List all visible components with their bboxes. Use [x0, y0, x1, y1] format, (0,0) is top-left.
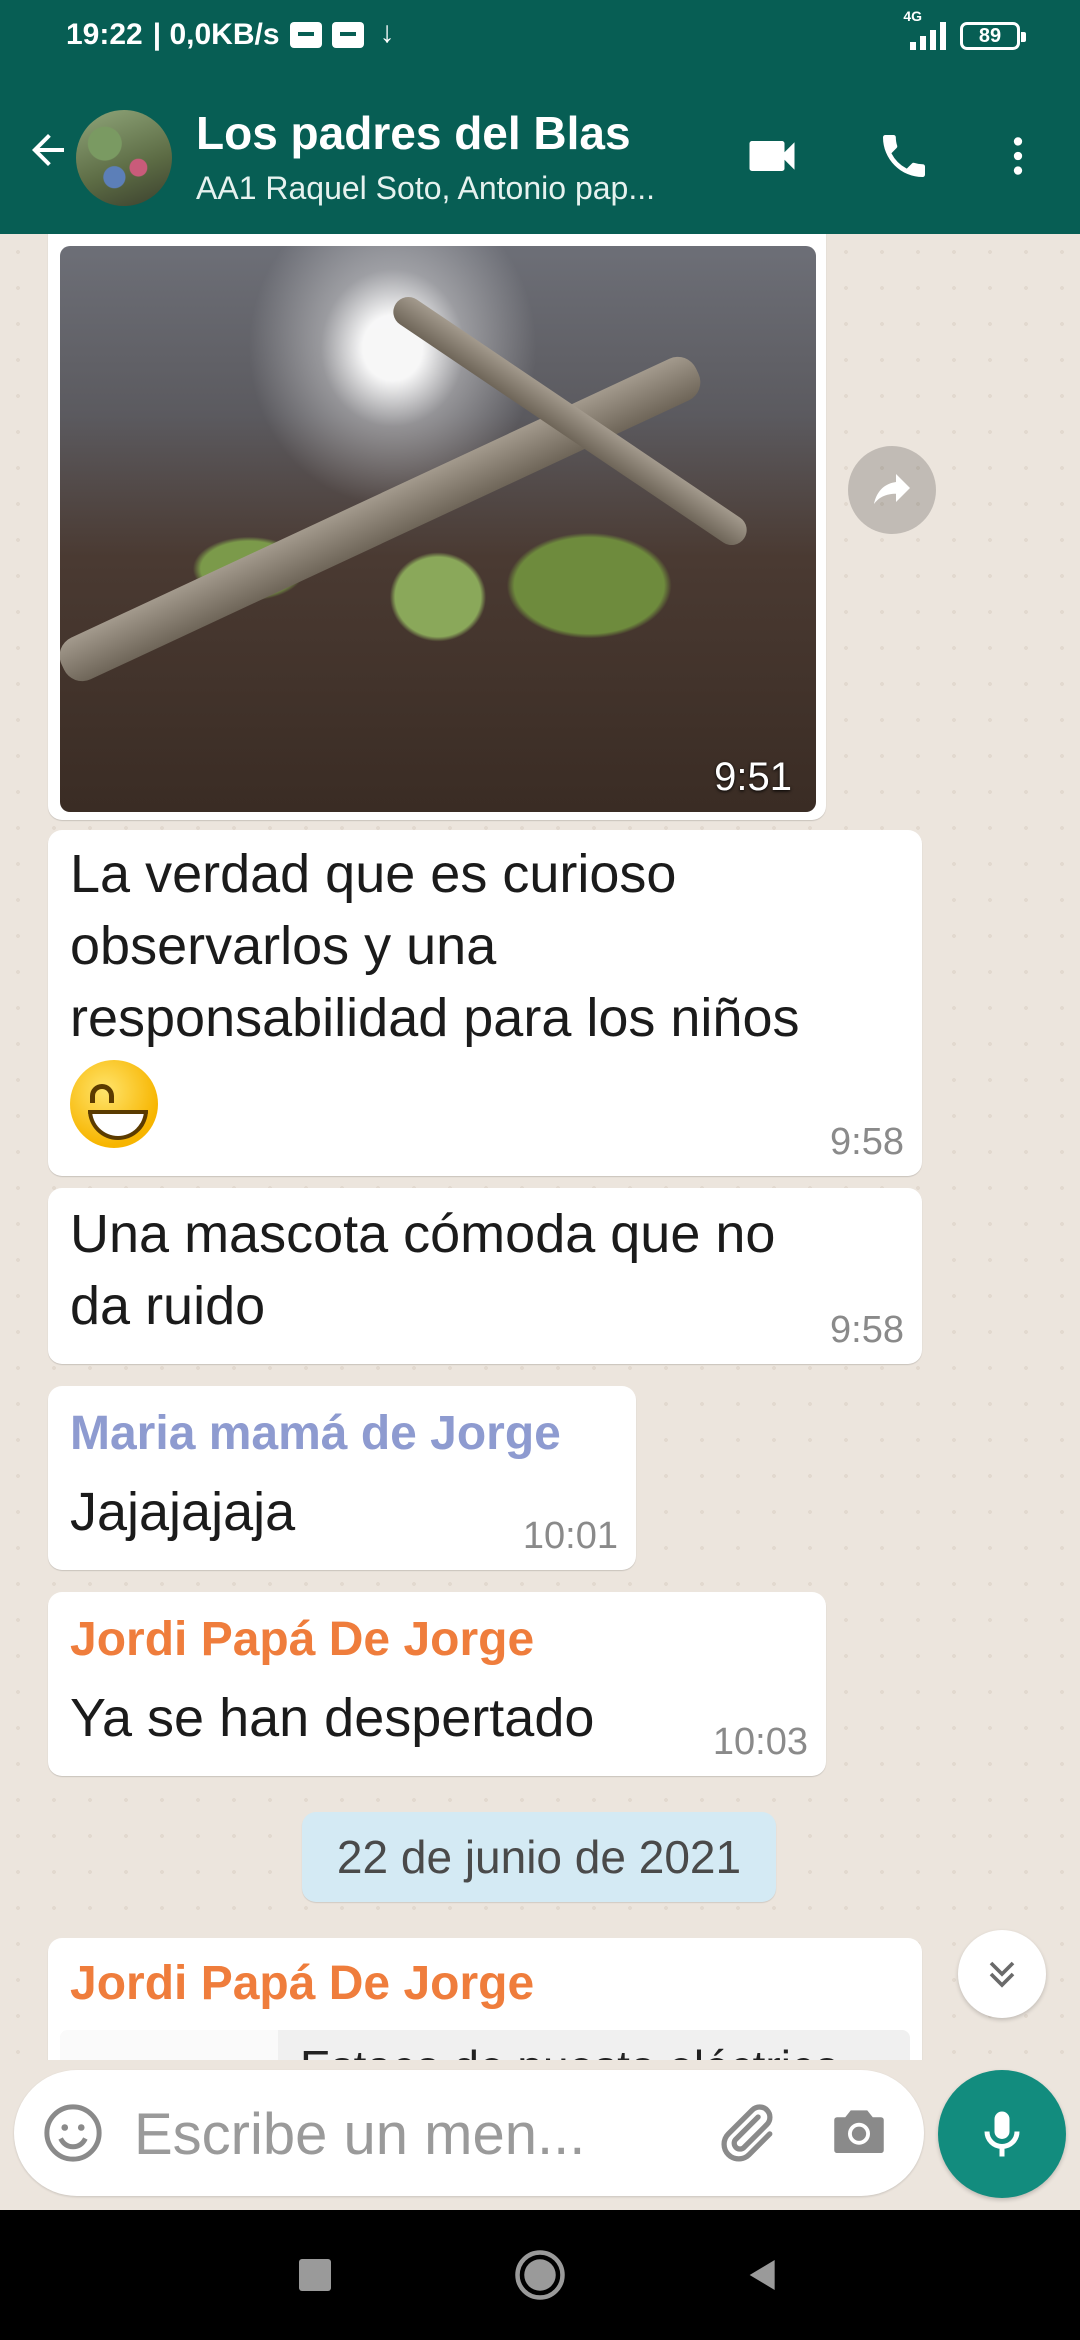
message-bubble[interactable]: Jordi Papá De Jorge Ya se han despertado… [48, 1592, 826, 1776]
message-line: observarlos y una [70, 916, 497, 976]
video-call-icon[interactable] [736, 120, 808, 192]
sender-name[interactable]: Maria mamá de Jorge [70, 1406, 561, 1461]
sender-name[interactable]: Jordi Papá De Jorge [70, 1612, 534, 1667]
microphone-icon [984, 2111, 1020, 2157]
message-text: Jajajajaja [70, 1482, 296, 1542]
message-time: 10:03 [712, 1721, 808, 1763]
battery-level: 89 [978, 24, 1002, 47]
home-button[interactable] [505, 2240, 575, 2310]
link-thumbnail [60, 2030, 278, 2060]
message-bubble[interactable]: Maria mamá de Jorge Jajajajaja 10:01 [48, 1386, 636, 1570]
message-bubble[interactable]: Jordi Papá De Jorge Estaco de puesto elé… [48, 1938, 922, 2060]
double-chevron-down-icon [989, 1961, 1015, 1988]
chat-messages[interactable]: 9:51 La verdad que es curioso observarlo… [0, 234, 1080, 2060]
message-time: 10:01 [522, 1515, 618, 1557]
message-input[interactable] [132, 2094, 696, 2174]
status-bar: 19:22 | 0,0KB/s 4G 89 [0, 0, 1080, 80]
link-preview[interactable]: Estaco de puesto eléctrico [60, 2030, 910, 2060]
back-button[interactable] [728, 2240, 798, 2310]
image-message[interactable]: 9:51 [48, 234, 826, 820]
triangle-back-icon [749, 2260, 775, 2290]
message-time: 9:58 [830, 1121, 904, 1163]
voice-message-button[interactable] [938, 2070, 1066, 2198]
message-text: Una mascota cómoda que no da ruido [70, 1198, 910, 1342]
camera-icon[interactable] [826, 2098, 896, 2168]
status-time: 19:22 [66, 18, 143, 51]
message-bubble[interactable]: Una mascota cómoda que no da ruido 9:58 [48, 1188, 922, 1364]
chat-title[interactable]: Los padres del Blas [196, 106, 631, 160]
message-bubble[interactable]: La verdad que es curioso observarlos y u… [48, 830, 922, 1176]
message-time: 9:51 [714, 755, 792, 799]
forward-icon [874, 474, 910, 504]
recents-button[interactable] [280, 2240, 350, 2310]
message-line: La verdad que es curioso [70, 844, 677, 904]
square-icon [299, 2259, 331, 2291]
photo-branch [60, 350, 707, 688]
link-preview-title: Estaco de puesto eléctrico [300, 2040, 840, 2060]
status-right: 89 [910, 22, 1026, 50]
message-line: da ruido [70, 1276, 266, 1336]
sms-notification-icon [331, 22, 364, 48]
message-line: responsabilidad para los niños [70, 988, 800, 1048]
status-left: 19:22 | 0,0KB/s [66, 16, 406, 52]
attachment-icon[interactable] [710, 2098, 780, 2168]
chat-members[interactable]: AA1 Raquel Soto, Antonio pap... [196, 170, 655, 207]
date-separator: 22 de junio de 2021 [302, 1812, 776, 1902]
grinning-face-icon [70, 1060, 158, 1148]
message-notification-icon [289, 22, 322, 48]
signal-icon [910, 22, 946, 50]
group-avatar[interactable] [76, 110, 172, 206]
more-options-icon[interactable] [982, 120, 1054, 192]
voice-call-icon[interactable] [868, 120, 940, 192]
message-text: La verdad que es curioso observarlos y u… [70, 838, 910, 1148]
system-navigation-bar [0, 2210, 1080, 2340]
scroll-to-bottom-button[interactable] [958, 1930, 1046, 2018]
emoji-icon[interactable] [40, 2100, 106, 2166]
chat-header: Los padres del Blas AA1 Raquel Soto, Ant… [0, 80, 1080, 234]
download-icon [374, 16, 406, 50]
message-text: Ya se han despertado [70, 1688, 595, 1748]
status-speed: | 0,0KB/s [152, 18, 280, 51]
circle-icon [515, 2250, 565, 2300]
message-time: 9:58 [830, 1309, 904, 1351]
back-arrow-icon[interactable] [18, 120, 78, 190]
message-photo[interactable]: 9:51 [60, 246, 816, 812]
message-composer [14, 2070, 924, 2196]
forward-button[interactable] [848, 446, 936, 534]
battery-icon: 89 [960, 22, 1026, 50]
sender-name[interactable]: Jordi Papá De Jorge [70, 1956, 534, 2011]
message-line: Una mascota cómoda que no [70, 1204, 776, 1264]
